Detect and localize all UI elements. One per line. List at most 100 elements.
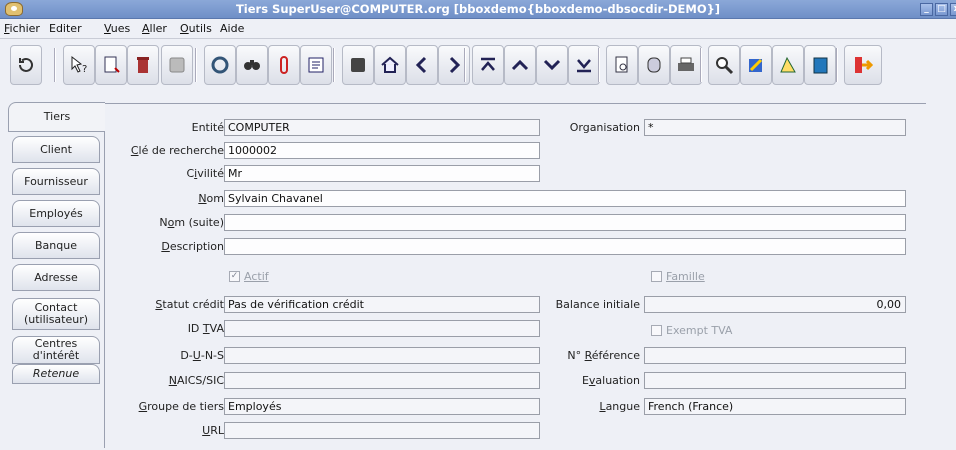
tab-item[interactable]: Retenue bbox=[12, 364, 100, 384]
attachment-button[interactable] bbox=[268, 45, 300, 85]
civilite-field[interactable]: Mr bbox=[224, 165, 540, 182]
attachment-icon bbox=[280, 56, 288, 74]
label-naics: NAICS/SIC bbox=[168, 374, 224, 387]
print-icon bbox=[678, 57, 694, 71]
last-button[interactable] bbox=[568, 45, 600, 85]
statut-credit-field[interactable]: Pas de vérification crédit bbox=[224, 296, 540, 313]
balance-field[interactable]: 0,00 bbox=[644, 296, 906, 313]
archive-button[interactable] bbox=[638, 45, 670, 85]
tab-item[interactable]: Centres d'intérêt bbox=[12, 336, 100, 364]
app-logo-icon bbox=[5, 2, 23, 16]
previous-record-button[interactable] bbox=[504, 45, 536, 85]
menu-outils[interactable]: Outils bbox=[180, 22, 212, 35]
toolbar-separator bbox=[333, 48, 335, 82]
delete-icon bbox=[137, 57, 149, 73]
product-button[interactable] bbox=[772, 45, 804, 85]
history-button[interactable] bbox=[342, 45, 374, 85]
workflow-button[interactable] bbox=[740, 45, 772, 85]
toolbar: ? bbox=[0, 40, 956, 92]
naics-field[interactable] bbox=[224, 372, 540, 389]
undo-button[interactable] bbox=[10, 45, 42, 85]
check-icon: ✓ bbox=[229, 271, 240, 282]
actif-checkbox[interactable]: ✓ Actif bbox=[229, 270, 269, 283]
tab-item[interactable]: Employés bbox=[12, 200, 100, 227]
label-organisation: Organisation bbox=[569, 121, 640, 134]
workflow-icon bbox=[749, 58, 763, 72]
first-button[interactable] bbox=[472, 45, 504, 85]
label-reference: N° Référence bbox=[567, 349, 640, 362]
famille-checkbox[interactable]: Famille bbox=[651, 270, 705, 283]
previous-record-icon bbox=[511, 59, 529, 71]
window-title: Tiers SuperUser@COMPUTER.org [bboxdemo{b… bbox=[235, 2, 721, 16]
report-button[interactable] bbox=[300, 45, 332, 85]
groupe-field[interactable]: Employés bbox=[224, 398, 540, 415]
menu-aide[interactable]: Aide bbox=[220, 22, 244, 35]
previous-button[interactable] bbox=[406, 45, 438, 85]
archive-icon bbox=[647, 57, 661, 73]
label-balance: Balance initiale bbox=[555, 298, 640, 311]
label-nom: Nom bbox=[198, 192, 224, 205]
maximize-icon[interactable]: □ bbox=[935, 3, 948, 16]
menu-aller[interactable]: Aller bbox=[142, 22, 167, 35]
evaluation-field[interactable] bbox=[644, 372, 906, 389]
menu-editer[interactable]: Editer bbox=[49, 22, 82, 35]
organisation-field[interactable]: * bbox=[644, 119, 906, 136]
exit-button[interactable] bbox=[844, 45, 882, 85]
tab-item[interactable]: Adresse bbox=[12, 264, 100, 291]
exempt-tva-checkbox[interactable]: Exempt TVA bbox=[651, 324, 732, 337]
zoom-button[interactable] bbox=[708, 45, 740, 85]
previous-icon bbox=[415, 56, 427, 74]
print-button[interactable] bbox=[670, 45, 702, 85]
toolbar-separator bbox=[836, 48, 838, 82]
app-window: Tiers SuperUser@COMPUTER.org [bboxdemo{b… bbox=[0, 0, 956, 450]
refresh-icon bbox=[211, 56, 229, 74]
find-button[interactable] bbox=[236, 45, 268, 85]
tab-item[interactable]: Banque bbox=[12, 232, 100, 259]
find-icon bbox=[244, 60, 260, 70]
reference-field[interactable] bbox=[644, 347, 906, 364]
exempt-tva-label: Exempt TVA bbox=[666, 324, 733, 337]
next-record-button[interactable] bbox=[536, 45, 568, 85]
toolbar-separator bbox=[54, 48, 56, 82]
delete-button[interactable] bbox=[127, 45, 159, 85]
toolbar-separator bbox=[700, 48, 702, 82]
url-field[interactable] bbox=[224, 422, 540, 439]
new-record-button[interactable] bbox=[95, 45, 127, 85]
tab-item[interactable]: Contact (utilisateur) bbox=[12, 298, 100, 330]
print-preview-button[interactable] bbox=[606, 45, 638, 85]
refresh-button[interactable] bbox=[204, 45, 236, 85]
label-civilite: Civilité bbox=[186, 167, 224, 180]
exit-icon bbox=[855, 57, 874, 73]
minimize-icon[interactable]: _ bbox=[920, 3, 933, 16]
label-groupe: Groupe de tiers bbox=[138, 400, 224, 413]
nom-field[interactable]: Sylvain Chavanel bbox=[224, 190, 906, 207]
langue-field[interactable]: French (France) bbox=[644, 398, 906, 415]
menu-fichier[interactable]: Fichier bbox=[4, 22, 40, 35]
title-bar: Tiers SuperUser@COMPUTER.org [bboxdemo{b… bbox=[0, 0, 956, 19]
description-field[interactable] bbox=[224, 238, 906, 255]
tab-item[interactable]: Client bbox=[12, 136, 100, 163]
help-pointer-button[interactable]: ? bbox=[63, 45, 95, 85]
id-tva-field[interactable] bbox=[224, 320, 540, 337]
nom-suite-field[interactable] bbox=[224, 214, 906, 231]
tab-item[interactable]: Fournisseur bbox=[12, 168, 100, 195]
duns-field[interactable] bbox=[224, 347, 540, 364]
home-button[interactable] bbox=[374, 45, 406, 85]
menu-vues[interactable]: Vues bbox=[104, 22, 130, 35]
report-icon bbox=[308, 57, 324, 73]
form-panel: Entité COMPUTER Organisation * Clé de re… bbox=[104, 103, 926, 448]
last-icon bbox=[577, 59, 591, 73]
info-button[interactable] bbox=[804, 45, 836, 85]
help-pointer-icon: ? bbox=[71, 55, 87, 75]
next-record-icon bbox=[543, 59, 561, 71]
save-button[interactable] bbox=[161, 45, 193, 85]
entite-field[interactable]: COMPUTER bbox=[224, 119, 540, 136]
print-preview-icon bbox=[615, 56, 628, 73]
tab-item[interactable]: Tiers bbox=[8, 102, 105, 132]
label-description: Description bbox=[161, 240, 224, 253]
history-icon bbox=[351, 58, 365, 72]
search-key-field[interactable]: 1000002 bbox=[224, 142, 540, 159]
label-duns: D-U-N-S bbox=[180, 349, 224, 362]
famille-label: Famille bbox=[666, 270, 705, 283]
close-icon[interactable]: x bbox=[950, 3, 956, 16]
